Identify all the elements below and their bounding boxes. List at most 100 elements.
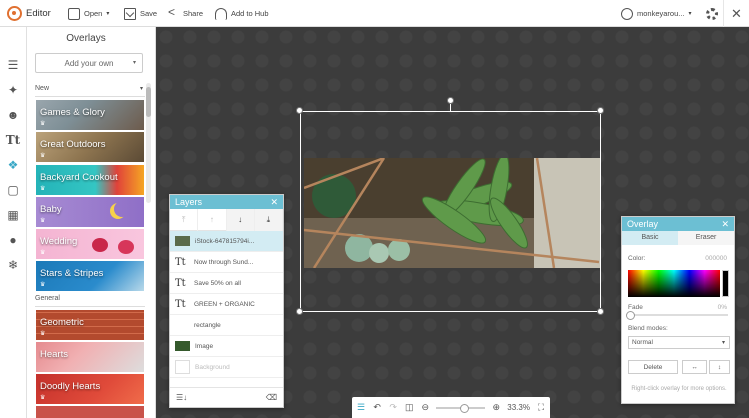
overlay-stars-stripes[interactable]: Stars & Stripes ♛ bbox=[36, 261, 144, 291]
redo-icon[interactable]: ↷ bbox=[388, 402, 398, 413]
adjust-icon[interactable]: ☰ bbox=[5, 57, 21, 73]
flip-vertical-button[interactable]: ↕ bbox=[709, 360, 730, 374]
crown-icon: ♛ bbox=[40, 395, 46, 401]
user-icon bbox=[621, 7, 633, 20]
overlay-label: Wedding bbox=[40, 236, 78, 247]
snowflake-icon[interactable]: ❄ bbox=[5, 257, 21, 273]
overlay-label: Doodly Hearts bbox=[40, 381, 101, 392]
text-icon: Tt bbox=[175, 256, 186, 268]
overlay-label: Stars & Stripes bbox=[40, 268, 104, 279]
layer-row[interactable]: rectangle bbox=[170, 315, 283, 336]
overlay-wedding[interactable]: Wedding ♛ bbox=[36, 229, 144, 259]
close-icon[interactable]: ✕ bbox=[270, 197, 278, 208]
tab-eraser[interactable]: Eraser bbox=[678, 231, 734, 245]
folder-icon bbox=[68, 7, 80, 20]
overlays-scrollbar[interactable] bbox=[146, 83, 151, 203]
overlay-geometric[interactable]: Geometric ♛ bbox=[36, 310, 144, 340]
fullscreen-icon[interactable]: ⛶ bbox=[536, 402, 546, 413]
magic-wand-icon[interactable]: ✦ bbox=[5, 82, 21, 98]
layer-thumbnail bbox=[175, 341, 190, 351]
share-label: Share bbox=[183, 9, 204, 18]
color-brightness-bar[interactable] bbox=[722, 270, 729, 297]
overlay-games-glory[interactable]: Games & Glory ♛ bbox=[36, 100, 144, 130]
overlay-doodly-hearts[interactable]: Doodly Hearts ♛ bbox=[36, 374, 144, 404]
flip-horizontal-button[interactable]: ↔ bbox=[682, 360, 707, 374]
layer-label: iStock-647815794i... bbox=[195, 237, 255, 245]
crown-icon: ♛ bbox=[40, 282, 46, 288]
layer-thumbnail bbox=[175, 360, 190, 374]
user-menu[interactable]: monkeyarou... ▾ bbox=[621, 0, 692, 27]
save-button[interactable]: Save bbox=[124, 0, 157, 27]
close-button[interactable]: ✕ bbox=[723, 0, 749, 27]
resize-handle-bottom-left[interactable] bbox=[296, 308, 303, 315]
user-name: monkeyarou... bbox=[637, 9, 685, 18]
tab-basic[interactable]: Basic bbox=[622, 231, 678, 245]
fade-value: 0% bbox=[717, 304, 727, 311]
delete-button[interactable]: Delete bbox=[628, 360, 678, 374]
move-to-bottom-icon[interactable]: ⤓ bbox=[254, 208, 283, 231]
layer-options-icon[interactable]: ☰↓ bbox=[176, 393, 187, 402]
overlay-label: Great Outdoors bbox=[40, 139, 106, 150]
undo-icon[interactable]: ↶ bbox=[372, 402, 382, 413]
butterfly-icon[interactable]: ❖ bbox=[5, 157, 21, 173]
overlay-hearts[interactable]: Hearts bbox=[36, 342, 144, 372]
rotate-handle[interactable] bbox=[447, 97, 454, 104]
add-your-own-dropdown[interactable]: Add your own ▾ bbox=[35, 53, 143, 73]
resize-handle-top-right[interactable] bbox=[597, 107, 604, 114]
overlay-label: Games & Glory bbox=[40, 107, 105, 118]
layer-row[interactable]: Image bbox=[170, 336, 283, 357]
open-button[interactable]: Open ▾ bbox=[68, 0, 109, 27]
moon-icon bbox=[114, 201, 130, 217]
layer-row[interactable]: Tt Now through Sund... bbox=[170, 252, 283, 273]
zoom-out-icon[interactable]: ⊖ bbox=[420, 402, 430, 413]
text-icon[interactable]: Tt bbox=[5, 132, 21, 148]
move-up-icon[interactable]: ↑ bbox=[198, 208, 227, 231]
trash-icon[interactable]: ⌫ bbox=[266, 393, 277, 402]
layers-header[interactable]: Layers ✕ bbox=[170, 195, 283, 209]
layer-row[interactable]: Tt Save 50% on all bbox=[170, 273, 283, 294]
blend-mode-select[interactable]: Normal ▾ bbox=[628, 336, 730, 349]
share-button[interactable]: Share bbox=[167, 0, 203, 27]
overlay-label: Backyard Cookout bbox=[40, 172, 118, 183]
frame-icon[interactable]: ▢ bbox=[5, 182, 21, 198]
layer-row[interactable]: iStock-647815794i... bbox=[170, 231, 283, 252]
category-new[interactable]: New ▾ bbox=[35, 85, 145, 97]
texture-icon[interactable]: ▦ bbox=[5, 207, 21, 223]
layer-order-tools: ⤒ ↑ ↓ ⤓ bbox=[170, 208, 283, 231]
app-logo[interactable]: Editor bbox=[7, 0, 51, 27]
overlay-tile-partial[interactable] bbox=[36, 406, 144, 418]
selection-box[interactable] bbox=[300, 111, 601, 312]
overlay-panel-header[interactable]: Overlay ✕ bbox=[622, 217, 734, 231]
apple-icon[interactable]: ● bbox=[5, 232, 21, 248]
compare-icon[interactable]: ◫ bbox=[404, 402, 414, 413]
crown-icon: ♛ bbox=[40, 121, 46, 127]
layer-row[interactable]: Tt GREEN + ORGANIC bbox=[170, 294, 283, 315]
add-to-hub-button[interactable]: Add to Hub bbox=[215, 0, 269, 27]
overlay-baby[interactable]: Baby ♛ bbox=[36, 197, 144, 227]
fade-slider[interactable] bbox=[626, 311, 728, 320]
resize-handle-top-left[interactable] bbox=[296, 107, 303, 114]
overlay-backyard-cookout[interactable]: Backyard Cookout ♛ bbox=[36, 165, 144, 195]
settings-button[interactable] bbox=[706, 0, 718, 27]
layers-footer: ☰↓ ⌫ bbox=[170, 387, 283, 407]
move-to-top-icon[interactable]: ⤒ bbox=[170, 208, 199, 231]
gear-icon bbox=[706, 7, 718, 20]
layer-label: Image bbox=[195, 342, 214, 350]
layer-label: Background bbox=[195, 363, 230, 371]
layers-icon[interactable]: ☰ bbox=[356, 402, 366, 413]
close-icon[interactable]: ✕ bbox=[721, 219, 729, 230]
zoom-in-icon[interactable]: ⊕ bbox=[491, 402, 501, 413]
overlay-great-outdoors[interactable]: Great Outdoors ♛ bbox=[36, 132, 144, 162]
overlay-label: Hearts bbox=[40, 349, 68, 360]
color-label: Color: bbox=[628, 255, 646, 262]
overlay-label: Baby bbox=[40, 204, 62, 215]
resize-handle-bottom-right[interactable] bbox=[597, 308, 604, 315]
color-spectrum-picker[interactable] bbox=[628, 270, 720, 297]
face-icon[interactable]: ☻ bbox=[5, 107, 21, 123]
layer-row[interactable]: Background bbox=[170, 357, 283, 378]
color-hex-value[interactable]: 000000 bbox=[705, 255, 727, 262]
zoom-slider[interactable] bbox=[436, 403, 486, 413]
category-general[interactable]: General bbox=[35, 295, 145, 307]
move-down-icon[interactable]: ↓ bbox=[226, 208, 255, 231]
bottom-toolbar: ☰ ↶ ↷ ◫ ⊖ ⊕ 33.3% ⛶ bbox=[352, 397, 550, 418]
